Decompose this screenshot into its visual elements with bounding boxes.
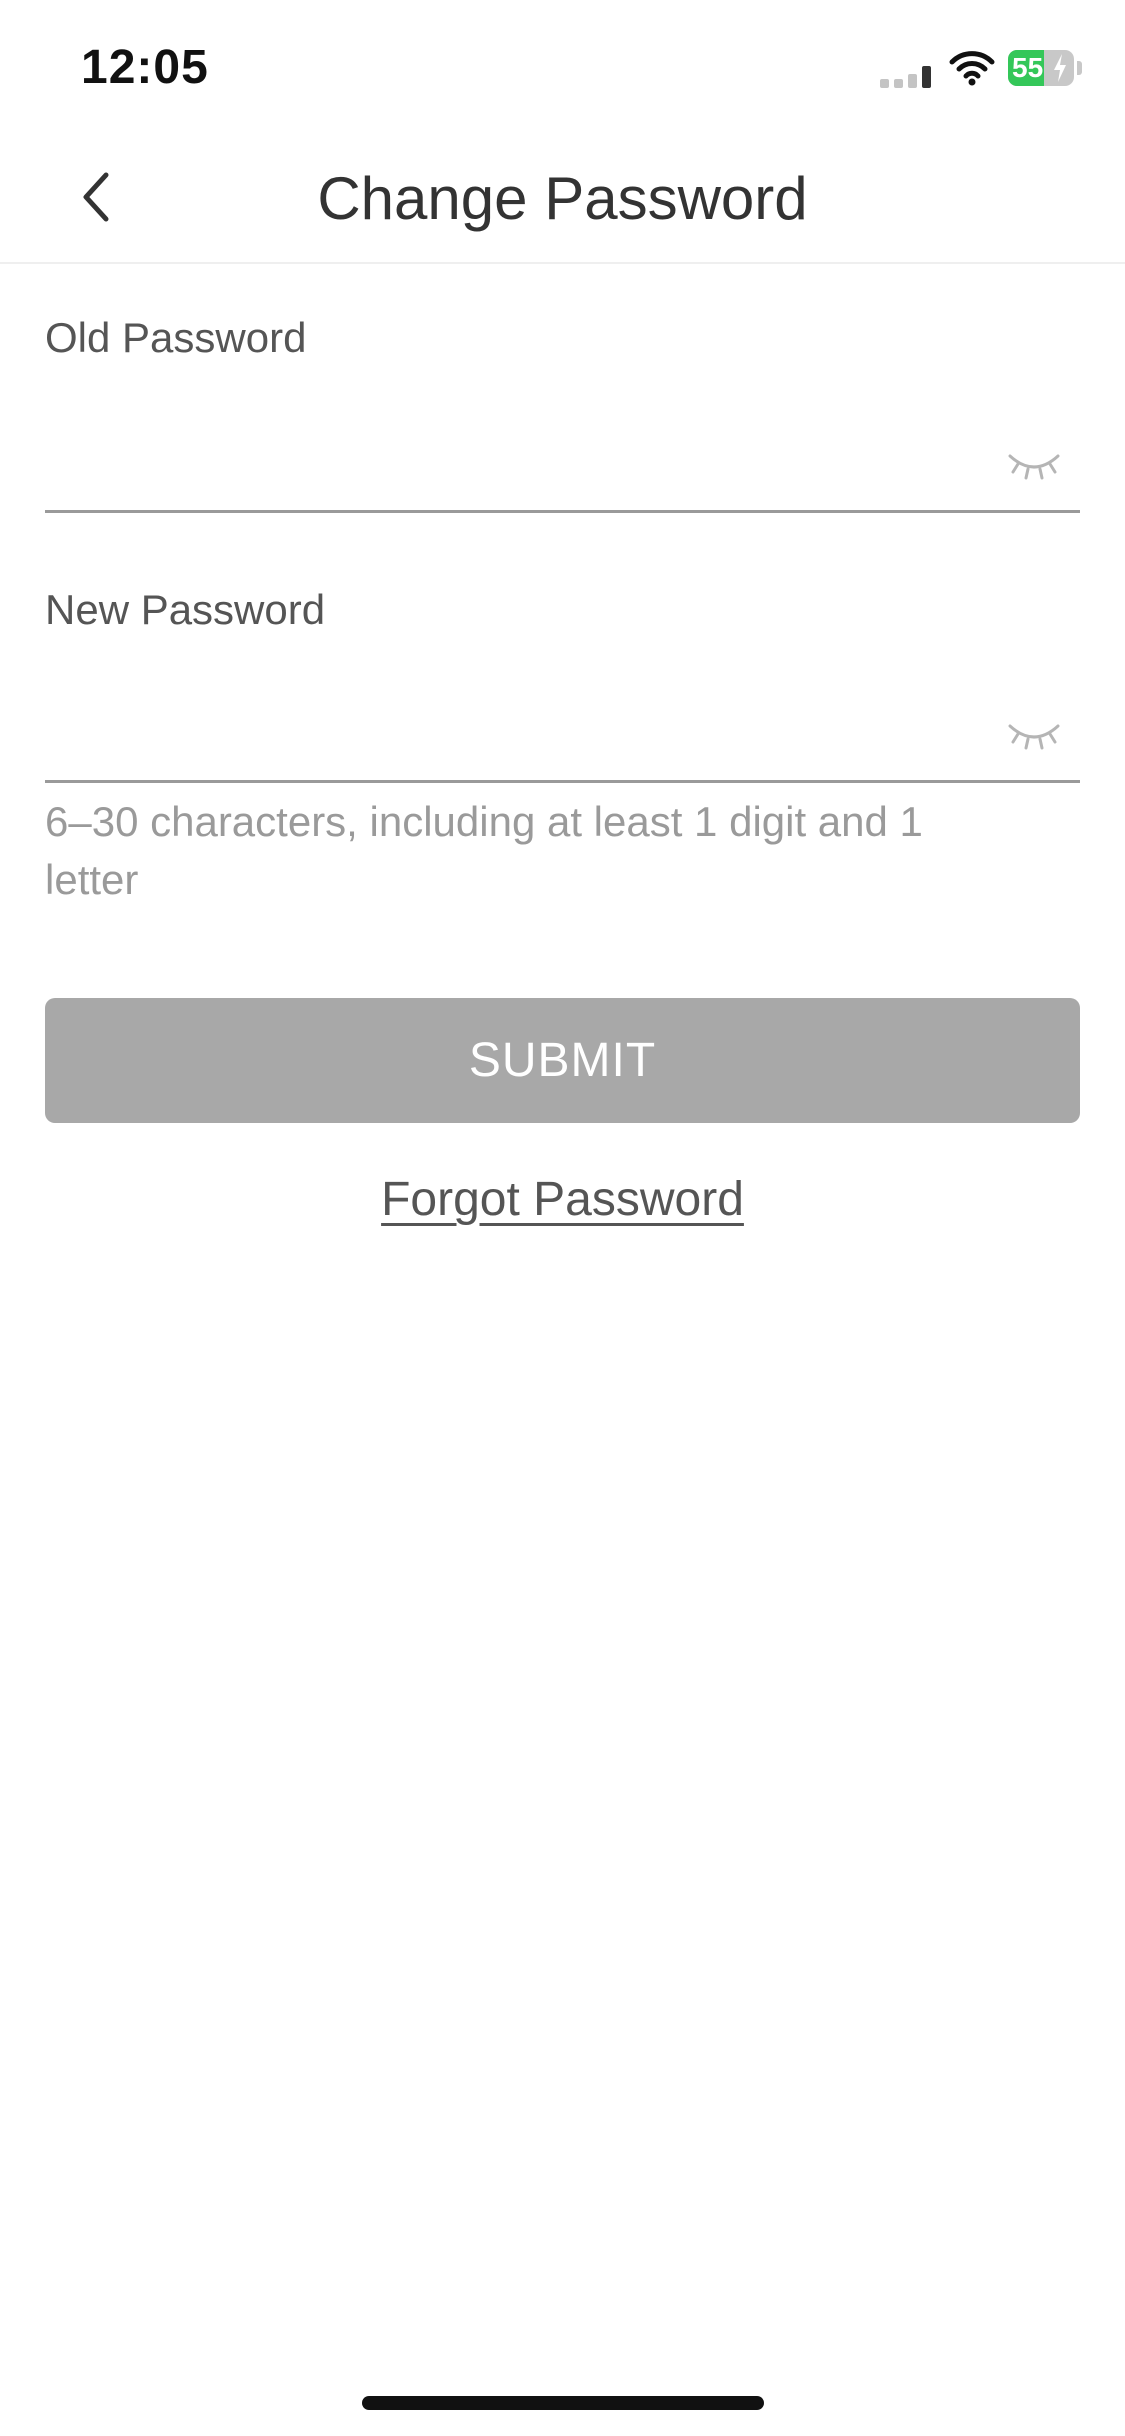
home-indicator bbox=[362, 2396, 764, 2410]
forgot-password-container: Forgot Password bbox=[0, 1172, 1125, 1227]
old-password-input[interactable] bbox=[45, 420, 985, 506]
cellular-signal-icon bbox=[880, 62, 934, 88]
status-time: 12:05 bbox=[81, 41, 209, 94]
new-password-field-wrap bbox=[45, 690, 1080, 783]
battery-cap bbox=[1077, 61, 1082, 75]
battery-icon: 55 bbox=[1008, 50, 1074, 86]
old-password-field-wrap bbox=[45, 420, 1080, 513]
nav-bar: Change Password bbox=[0, 132, 1125, 264]
wifi-icon bbox=[948, 50, 996, 86]
old-password-label: Old Password bbox=[45, 314, 307, 361]
old-password-visibility-toggle[interactable] bbox=[1006, 448, 1062, 484]
password-hint: 6–30 characters, including at least 1 di… bbox=[45, 798, 923, 903]
forgot-password-link[interactable]: Forgot Password bbox=[381, 1173, 744, 1226]
new-password-label: New Password bbox=[45, 586, 326, 633]
battery-percent: 55 bbox=[1012, 52, 1044, 83]
new-password-visibility-toggle[interactable] bbox=[1006, 718, 1062, 754]
status-bar: 12:05 55 bbox=[0, 0, 1125, 132]
eye-closed-icon bbox=[1008, 454, 1060, 480]
submit-button[interactable]: SUBMIT bbox=[45, 998, 1080, 1123]
charging-bolt-icon bbox=[1054, 54, 1066, 82]
eye-closed-icon bbox=[1008, 724, 1060, 750]
new-password-input[interactable] bbox=[45, 690, 985, 776]
page-title: Change Password bbox=[317, 165, 808, 232]
